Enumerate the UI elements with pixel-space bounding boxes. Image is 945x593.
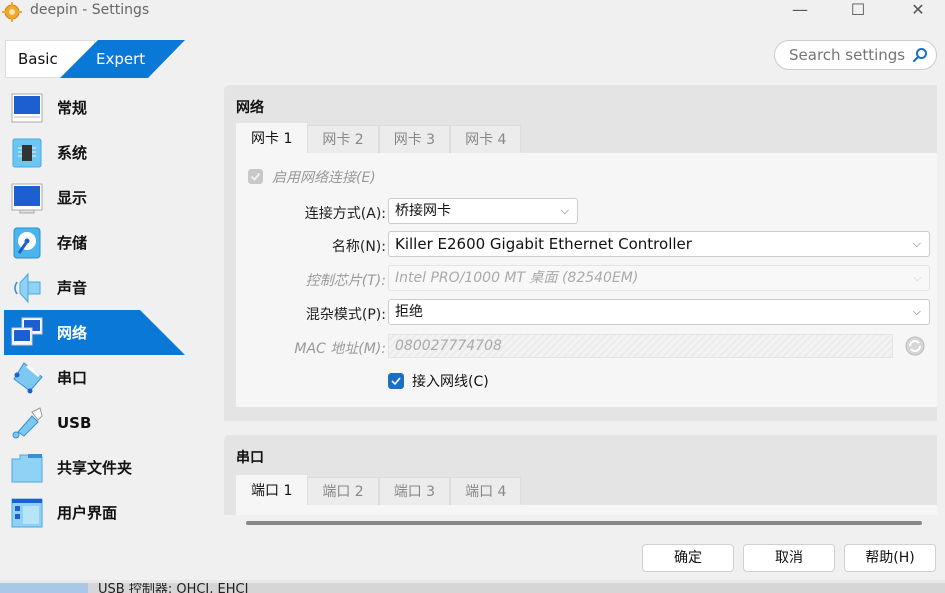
minimize-button[interactable]: — xyxy=(780,0,820,22)
adapter-name-select[interactable]: Killer E2600 Gigabit Ethernet Controller… xyxy=(388,231,930,257)
search-input[interactable] xyxy=(789,46,909,64)
sidebar-item-storage[interactable]: 存储 xyxy=(0,220,190,265)
serial-port-icon xyxy=(13,361,43,393)
enable-adapter-label: 启用网络连接(E) xyxy=(272,170,376,186)
sidebar-item-label: 系统 xyxy=(57,144,88,162)
chevron-down-icon: ⌵ xyxy=(912,305,921,318)
user-interface-icon xyxy=(11,498,43,527)
tab-adapter-3[interactable]: 网卡 3 xyxy=(378,125,451,153)
system-chip-icon xyxy=(12,138,42,167)
chevron-down-icon: ⌵ xyxy=(912,271,921,284)
promiscuous-mode-value: 拒绝 xyxy=(395,304,423,320)
expert-mode-button[interactable]: Expert xyxy=(96,40,145,78)
gear-app-icon xyxy=(2,2,22,22)
help-button[interactable]: 帮助(H) xyxy=(844,544,936,572)
search-box[interactable] xyxy=(774,40,937,70)
tab-port-2[interactable]: 端口 2 xyxy=(307,477,379,505)
chevron-down-icon: ⌵ xyxy=(912,237,921,250)
promiscuous-mode-select[interactable]: 拒绝 ⌵ xyxy=(388,299,930,325)
search-icon xyxy=(912,48,927,63)
sidebar-item-audio[interactable]: 声音 xyxy=(0,265,190,310)
sidebar-item-label: USB xyxy=(57,413,92,432)
network-adapter-tabs: 网卡 1 网卡 2 网卡 3 网卡 4 xyxy=(236,123,522,153)
tab-port-1[interactable]: 端口 1 xyxy=(236,475,308,505)
audio-speaker-icon xyxy=(14,272,41,303)
sidebar-item-label: 显示 xyxy=(57,189,88,207)
tab-adapter-1[interactable]: 网卡 1 xyxy=(236,123,308,153)
sidebar-item-system[interactable]: 系统 xyxy=(0,130,190,175)
network-icon xyxy=(11,317,43,345)
window-title: deepin - Settings xyxy=(30,2,150,18)
serial-port-tabs: 端口 1 端口 2 端口 3 端口 4 xyxy=(236,475,522,505)
tab-adapter-2[interactable]: 网卡 2 xyxy=(307,125,379,153)
display-monitor-icon xyxy=(11,183,43,213)
sidebar-item-serial[interactable]: 串口 xyxy=(0,355,190,400)
attached-to-select[interactable]: 桥接网卡 ⌵ xyxy=(388,198,578,224)
shared-folder-icon xyxy=(11,453,43,482)
cable-connected-checkbox[interactable] xyxy=(388,373,404,389)
adapter-type-value: Intel PRO/1000 MT 桌面 (82540EM) xyxy=(395,270,639,286)
cancel-button[interactable]: 取消 xyxy=(743,544,835,572)
usb-icon xyxy=(12,406,43,438)
storage-disk-icon xyxy=(13,227,41,258)
adapter-1-panel: 启用网络连接(E) 连接方式(A): 桥接网卡 ⌵ 名称(N): Killer … xyxy=(236,153,937,407)
sidebar-item-label: 串口 xyxy=(57,369,88,387)
cable-connected-label: 接入网线(C) xyxy=(412,374,489,390)
sidebar-item-shared-folders[interactable]: 共享文件夹 xyxy=(0,445,190,490)
sidebar: 常规 系统 显示 存储 声音 网络 串口 USB 共享文件夹 用户界面 xyxy=(0,85,190,535)
background-window-text: USB 控制器: OHCI, EHCI xyxy=(98,583,249,593)
sidebar-item-label: 共享文件夹 xyxy=(57,459,133,477)
background-window-sidebar xyxy=(0,583,88,593)
sidebar-item-general[interactable]: 常规 xyxy=(0,85,190,130)
tab-port-4[interactable]: 端口 4 xyxy=(450,477,522,505)
sidebar-item-user-interface[interactable]: 用户界面 xyxy=(0,490,190,535)
mac-address-label: MAC 地址(M): xyxy=(294,341,386,357)
maximize-button[interactable]: ☐ xyxy=(838,0,878,22)
sidebar-item-label: 常规 xyxy=(57,99,88,117)
general-monitor-icon xyxy=(11,93,43,122)
chevron-down-icon: ⌵ xyxy=(560,204,569,217)
sidebar-item-usb[interactable]: USB xyxy=(0,400,190,445)
close-button[interactable]: ✕ xyxy=(898,0,938,22)
attached-to-value: 桥接网卡 xyxy=(395,203,451,219)
network-group: 网络 网卡 1 网卡 2 网卡 3 网卡 4 启用网络连接(E) 连接方式(A)… xyxy=(224,85,937,421)
sidebar-item-network[interactable]: 网络 xyxy=(0,310,190,355)
mode-toggle: Basic Expert xyxy=(5,40,185,78)
sidebar-item-label: 声音 xyxy=(57,279,88,297)
settings-content[interactable]: 网络 网卡 1 网卡 2 网卡 3 网卡 4 启用网络连接(E) 连接方式(A)… xyxy=(224,85,937,515)
tab-port-3[interactable]: 端口 3 xyxy=(378,477,451,505)
ok-button[interactable]: 确定 xyxy=(642,544,734,572)
horizontal-scrollbar[interactable] xyxy=(246,521,922,525)
serial-group: 串口 端口 1 端口 2 端口 3 端口 4 xyxy=(224,435,937,515)
attached-to-label: 连接方式(A): xyxy=(304,206,386,222)
mac-address-field[interactable]: 080027774708 xyxy=(388,334,893,358)
adapter-type-label: 控制芯片(T): xyxy=(305,273,386,289)
tab-adapter-4[interactable]: 网卡 4 xyxy=(450,125,522,153)
adapter-name-label: 名称(N): xyxy=(331,239,386,255)
sidebar-item-label: 网络 xyxy=(57,324,88,342)
background-window: USB 控制器: OHCI, EHCI xyxy=(0,583,945,593)
promiscuous-mode-label: 混杂模式(P): xyxy=(305,307,386,323)
sidebar-item-label: 用户界面 xyxy=(57,504,118,522)
sidebar-item-display[interactable]: 显示 xyxy=(0,175,190,220)
adapter-type-select[interactable]: Intel PRO/1000 MT 桌面 (82540EM) ⌵ xyxy=(388,265,930,291)
sidebar-item-label: 存储 xyxy=(57,234,88,252)
enable-adapter-checkbox[interactable] xyxy=(248,169,263,184)
port-1-panel xyxy=(236,505,937,515)
refresh-mac-icon[interactable] xyxy=(904,335,926,357)
network-group-title: 网络 xyxy=(236,100,264,116)
title-bar: deepin - Settings — ☐ ✕ xyxy=(0,0,945,24)
serial-group-title: 串口 xyxy=(236,450,264,466)
adapter-name-value: Killer E2600 Gigabit Ethernet Controller xyxy=(395,235,692,253)
